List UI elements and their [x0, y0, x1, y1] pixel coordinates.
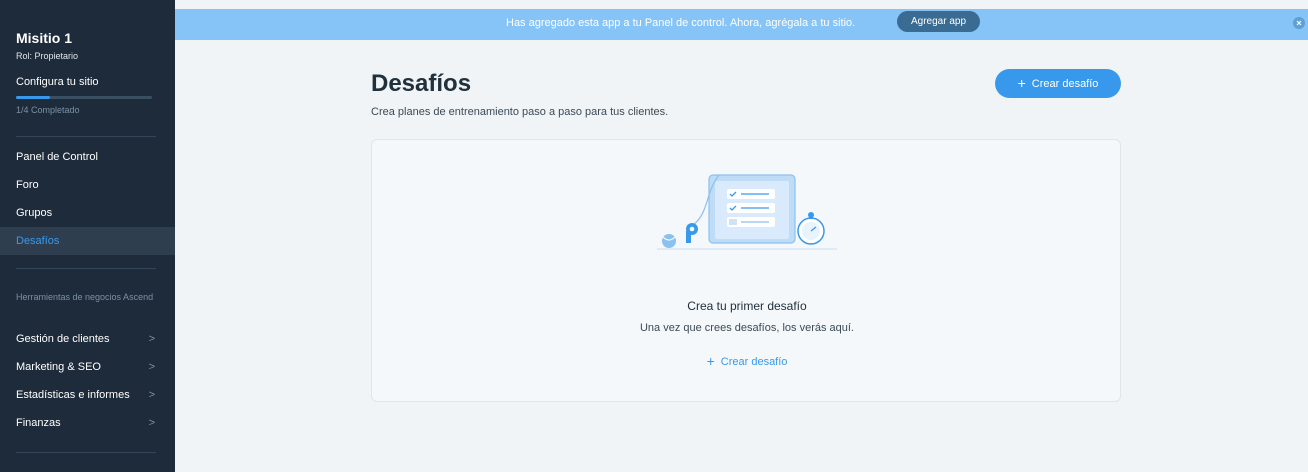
- sidebar-item-label: Marketing & SEO: [16, 361, 101, 373]
- create-challenge-link[interactable]: + Crear desafío: [372, 353, 1122, 369]
- sidebar-item-finanzas[interactable]: Finanzas >: [0, 409, 175, 437]
- banner-text: Has agregado esta app a tu Panel de cont…: [506, 17, 856, 29]
- sidebar-item-panel-de-control[interactable]: Panel de Control: [0, 143, 175, 171]
- sidebar-item-marketing-seo[interactable]: Marketing & SEO >: [0, 353, 175, 381]
- empty-state-description: Una vez que crees desafíos, los verás aq…: [639, 322, 854, 334]
- chevron-right-icon: >: [148, 361, 155, 373]
- sidebar-item-grupos[interactable]: Grupos: [0, 199, 175, 227]
- chevron-right-icon: >: [148, 417, 155, 429]
- setup-progress-fill: [16, 96, 50, 99]
- create-challenge-button[interactable]: + Crear desafío: [995, 69, 1121, 98]
- sidebar-item-label: Panel de Control: [16, 151, 98, 163]
- empty-state-title: Crea tu primer desafío: [687, 299, 807, 313]
- sidebar-item-estadisticas[interactable]: Estadísticas e informes >: [0, 381, 175, 409]
- setup-site-link[interactable]: Configura tu sitio: [16, 76, 99, 88]
- sidebar-item-foro[interactable]: Foro: [0, 171, 175, 199]
- create-challenge-label: Crear desafío: [1031, 78, 1099, 90]
- add-app-button[interactable]: Agregar app: [897, 11, 981, 32]
- challenge-illustration: [657, 174, 837, 250]
- sidebar-item-label: Gestión de clientes: [16, 333, 110, 345]
- setup-progress-bar: [16, 96, 152, 99]
- sidebar-divider: [16, 452, 156, 453]
- sidebar-section-label: Herramientas de negocios Ascend: [16, 292, 154, 302]
- sidebar-item-label: Estadísticas e informes: [16, 389, 130, 401]
- role-label: Rol: Propietario: [16, 51, 79, 61]
- sidebar-item-label: Desafíos: [16, 235, 60, 247]
- sidebar-item-label: Foro: [16, 179, 39, 191]
- sidebar: Misitio 1 Rol: Propietario Configura tu …: [0, 0, 175, 472]
- page-subtitle: Crea planes de entrenamiento paso a paso…: [371, 106, 669, 118]
- sidebar-item-label: Finanzas: [16, 417, 61, 429]
- empty-state-card: Crea tu primer desafío Una vez que crees…: [371, 139, 1121, 402]
- plus-icon: +: [1017, 75, 1026, 91]
- sidebar-item-label: Grupos: [16, 207, 53, 219]
- sidebar-item-gestion-de-clientes[interactable]: Gestión de clientes >: [0, 325, 175, 353]
- chevron-right-icon: >: [148, 333, 155, 345]
- sidebar-divider: [16, 268, 156, 269]
- sidebar-divider: [16, 136, 156, 137]
- sidebar-item-desafios[interactable]: Desafíos: [0, 227, 175, 255]
- site-name[interactable]: Misitio 1: [16, 30, 72, 46]
- create-challenge-link-label: Crear desafío: [720, 356, 788, 368]
- setup-progress-text: 1/4 Completado: [16, 105, 80, 115]
- notification-banner: Has agregado esta app a tu Panel de cont…: [175, 9, 1308, 40]
- close-icon[interactable]: [1293, 17, 1305, 29]
- plus-icon: +: [706, 353, 715, 369]
- page-title: Desafíos: [371, 70, 472, 97]
- chevron-right-icon: >: [148, 389, 155, 401]
